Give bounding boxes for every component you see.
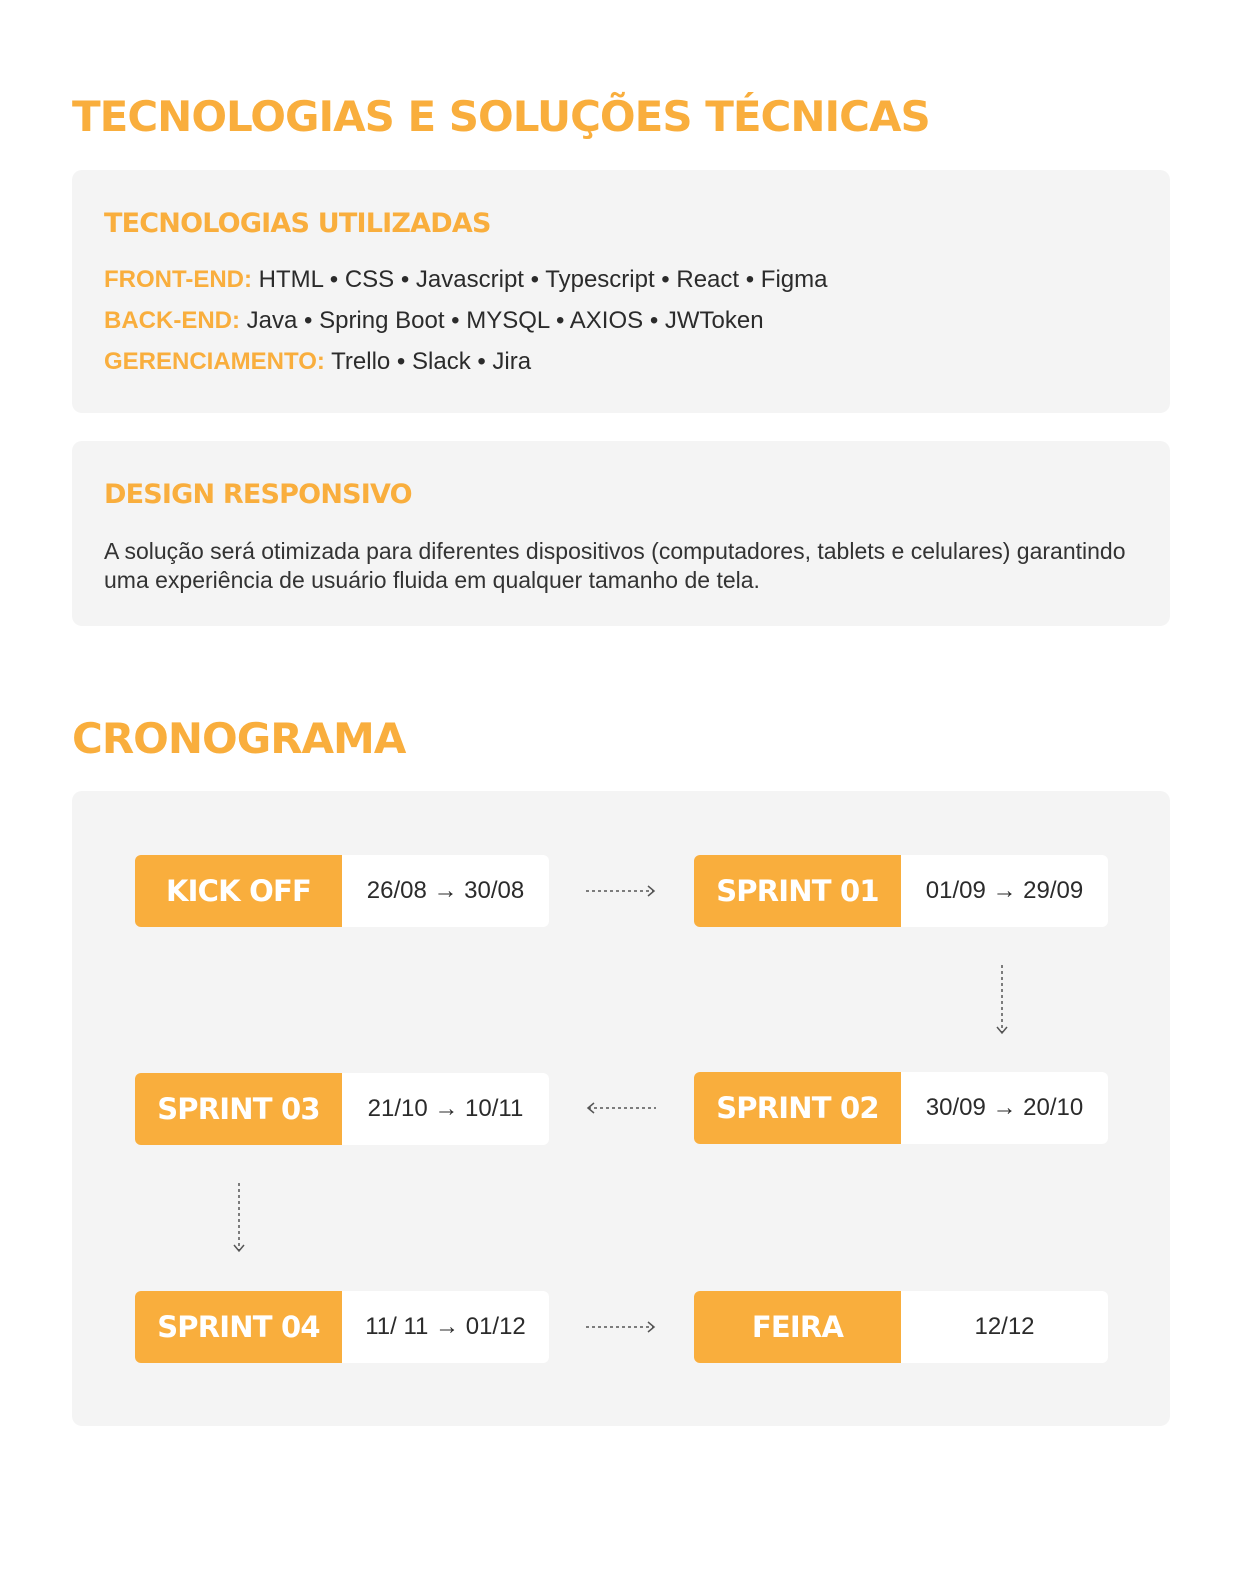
arrow-down-icon [233,1183,245,1253]
responsive-card: DESIGN RESPONSIVO A solução será otimiza… [72,441,1170,626]
responsive-description: A solução será otimizada para diferentes… [104,538,1126,593]
step-name: SPRINT 02 [694,1072,901,1144]
arrow-left-icon [586,1102,656,1114]
step-dates: 26/08 → 30/08 [366,877,525,904]
step-name: SPRINT 04 [135,1291,342,1363]
step-sprint-03: SPRINT 03 21/10 → 10/11 [135,1073,549,1145]
step-dates: 30/09 → 20/10 [925,1094,1084,1121]
step-name: SPRINT 03 [135,1073,342,1145]
responsive-title: DESIGN RESPONSIVO [104,479,413,510]
step-dates: 21/10 → 10/11 [367,1095,524,1122]
step-kick-off: KICK OFF 26/08 → 30/08 [135,855,549,927]
backend-label: BACK-END: [104,307,240,334]
schedule-title: CRONOGRAMA [72,714,406,763]
frontend-value: HTML • CSS • Javascript • Typescript • R… [251,266,828,293]
step-sprint-02: SPRINT 02 30/09 → 20/10 [694,1072,1108,1144]
step-feira: FEIRA 12/12 [694,1291,1108,1363]
arrow-right-icon [586,885,656,897]
tech-section-title: TECNOLOGIAS E SOLUÇÕES TÉCNICAS [72,92,931,141]
frontend-label: FRONT-END: [104,266,252,293]
step-name: SPRINT 01 [694,855,901,927]
step-dates: 01/09 → 29/09 [925,877,1084,904]
backend-row: BACK-END: Java • Spring Boot • MYSQL • A… [104,309,764,333]
arrow-right-icon [586,1321,656,1333]
technologies-card: TECNOLOGIAS UTILIZADAS FRONT-END: HTML •… [72,170,1170,413]
step-dates: 12/12 [974,1313,1035,1340]
management-label: GERENCIAMENTO: [104,348,325,375]
step-sprint-01: SPRINT 01 01/09 → 29/09 [694,855,1108,927]
technologies-title: TECNOLOGIAS UTILIZADAS [104,208,491,239]
arrow-down-icon [996,965,1008,1035]
step-sprint-04: SPRINT 04 11/ 11 → 01/12 [135,1291,549,1363]
step-dates: 11/ 11 → 01/12 [365,1313,526,1340]
management-row: GERENCIAMENTO: Trello • Slack • Jira [104,350,531,374]
frontend-row: FRONT-END: HTML • CSS • Javascript • Typ… [104,268,827,292]
step-name: FEIRA [694,1291,901,1363]
backend-value: Java • Spring Boot • MYSQL • AXIOS • JWT… [239,307,764,334]
schedule-card: KICK OFF 26/08 → 30/08 SPRINT 01 01/09 →… [72,791,1170,1426]
step-name: KICK OFF [135,855,342,927]
management-value: Trello • Slack • Jira [324,348,532,375]
